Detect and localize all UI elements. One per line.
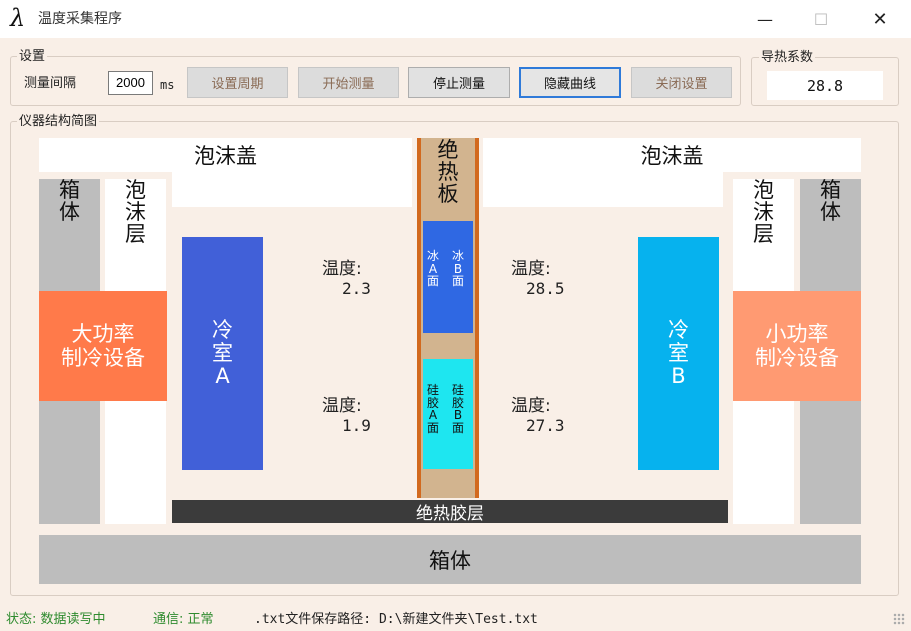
foam-layer-right-label: 泡 沫 层 <box>753 178 774 247</box>
diagram-group-label: 仪器结构简图 <box>17 114 100 129</box>
resize-grip-icon[interactable] <box>893 613 905 625</box>
ice-a-label: 冰 A 面 <box>426 249 439 289</box>
high-power-cooler: 大功率 制冷设备 <box>39 291 167 401</box>
box-wall-left-label: 箱 体 <box>59 178 80 225</box>
temp-silica-a-value: 1.9 <box>342 416 371 435</box>
period-label: 测量间隔 <box>24 76 77 91</box>
period-input[interactable]: 2000 <box>108 71 153 95</box>
cold-room-b: 冷 室 B <box>638 237 719 470</box>
ice-b-label: 冰 B 面 <box>451 249 464 289</box>
silica-a-label: 硅 胶 A 面 <box>426 383 439 435</box>
conductivity-group-label: 导热系数 <box>759 50 816 65</box>
maximize-button[interactable]: ☐ <box>794 0 848 38</box>
status-comm: 通信: 正常 <box>153 612 214 627</box>
minimize-button[interactable]: — <box>738 0 792 38</box>
settings-group-label: 设置 <box>17 49 48 64</box>
window-title: 温度采集程序 <box>38 11 122 27</box>
cold-room-a: 冷 室 A <box>182 237 263 470</box>
box-wall-right-label: 箱 体 <box>820 178 841 225</box>
stop-measure-button[interactable]: 停止测量 <box>408 67 510 98</box>
foam-lid-left-lower <box>172 170 412 207</box>
start-measure-button[interactable]: 开始测量 <box>298 67 399 98</box>
temp-ice-a-label: 温度: <box>322 259 362 279</box>
status-state: 状态: 数据读写中 <box>6 612 106 627</box>
insulation-board-label: 绝 热 板 <box>437 138 459 207</box>
set-period-button[interactable]: 设置周期 <box>187 67 288 98</box>
temp-ice-b-label: 温度: <box>511 259 551 279</box>
close-button[interactable]: ✕ <box>853 0 907 38</box>
foam-lid-left: 泡沫盖 <box>39 138 412 172</box>
temp-silica-a-label: 温度: <box>322 396 362 416</box>
temp-ice-b-value: 28.5 <box>526 279 565 298</box>
hide-curve-button[interactable]: 隐藏曲线 <box>519 67 621 98</box>
app-lambda-icon: λ <box>10 4 26 32</box>
temp-ice-a-value: 2.3 <box>342 279 371 298</box>
foam-lid-right: 泡沫盖 <box>483 138 861 172</box>
foam-layer-left-label: 泡 沫 层 <box>125 178 146 247</box>
conductivity-value: 28.8 <box>767 71 883 100</box>
period-unit-label: ms <box>160 78 175 92</box>
close-settings-button[interactable]: 关闭设置 <box>631 67 732 98</box>
foam-lid-right-lower <box>483 170 723 207</box>
silica-b-label: 硅 胶 B 面 <box>451 383 464 435</box>
temp-silica-b-value: 27.3 <box>526 416 565 435</box>
status-save-path: .txt文件保存路径: D:\新建文件夹\Test.txt <box>254 612 538 627</box>
insulation-glue-layer: 绝热胶层 <box>172 500 728 524</box>
temp-silica-b-label: 温度: <box>511 396 551 416</box>
low-power-cooler: 小功率 制冷设备 <box>733 291 861 401</box>
box-bottom: 箱体 <box>39 535 861 584</box>
